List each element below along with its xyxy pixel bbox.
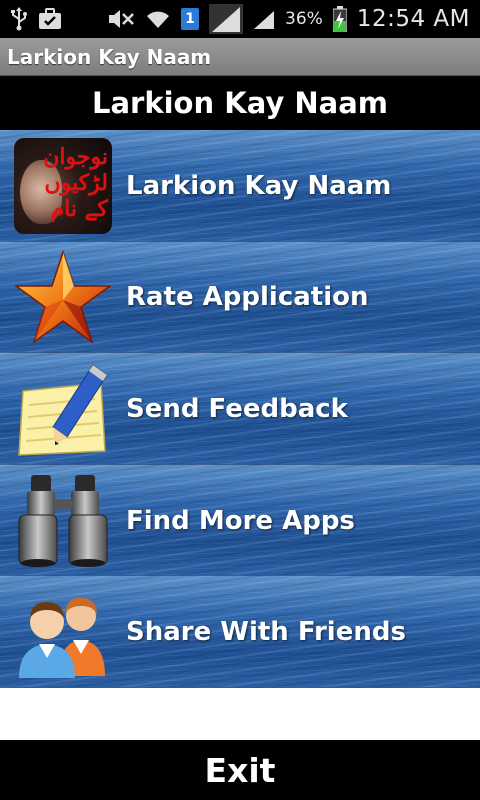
sim-icon: 1 (181, 8, 200, 30)
exit-button[interactable]: Exit (0, 740, 480, 800)
menu-item-label: Larkion Kay Naam (126, 170, 392, 201)
menu-item-rate-application[interactable]: Rate Application (0, 241, 480, 354)
menu-item-share-with-friends[interactable]: Share With Friends (0, 576, 480, 688)
mute-icon (107, 8, 135, 30)
briefcase-icon (38, 8, 62, 30)
menu-item-label: Rate Application (126, 282, 369, 313)
status-bar-left (10, 7, 62, 31)
main-menu: نوجوان لڑکیوں کے نام Larkion Kay Naam Ra… (0, 130, 480, 688)
app-logo-text: نوجوان لڑکیوں کے نام (43, 144, 108, 222)
menu-item-label: Find More Apps (126, 505, 355, 536)
binoculars-icon (13, 471, 113, 571)
menu-item-label: Send Feedback (126, 393, 348, 424)
status-bar-right: 1 36% 12:54 AM (107, 4, 470, 34)
exit-label: Exit (204, 750, 276, 790)
star-icon (13, 248, 113, 348)
usb-icon (10, 7, 28, 31)
page-header: Larkion Kay Naam (0, 76, 480, 130)
app-title-bar: Larkion Kay Naam (0, 38, 480, 76)
menu-item-send-feedback[interactable]: Send Feedback (0, 353, 480, 465)
signal-icon (253, 8, 275, 30)
notepad-pencil-icon (13, 359, 113, 459)
menu-item-label: Share With Friends (126, 617, 406, 648)
sim-slot-label: 1 (185, 11, 195, 27)
menu-item-find-more-apps[interactable]: Find More Apps (0, 464, 480, 577)
page-title: Larkion Kay Naam (91, 86, 389, 120)
status-bar: 1 36% 12:54 AM (0, 0, 480, 38)
wifi-icon (145, 8, 171, 30)
app-logo-image: نوجوان لڑکیوں کے نام (14, 138, 112, 234)
signal-icon (209, 4, 244, 34)
people-icon (13, 582, 113, 682)
status-clock: 12:54 AM (356, 6, 470, 32)
battery-percent: 36% (285, 9, 323, 29)
menu-item-larkion-kay-naam[interactable]: نوجوان لڑکیوں کے نام Larkion Kay Naam (0, 130, 480, 242)
battery-charging-icon (332, 6, 347, 32)
app-logo-icon: نوجوان لڑکیوں کے نام (13, 136, 113, 236)
app-title: Larkion Kay Naam (7, 44, 212, 69)
